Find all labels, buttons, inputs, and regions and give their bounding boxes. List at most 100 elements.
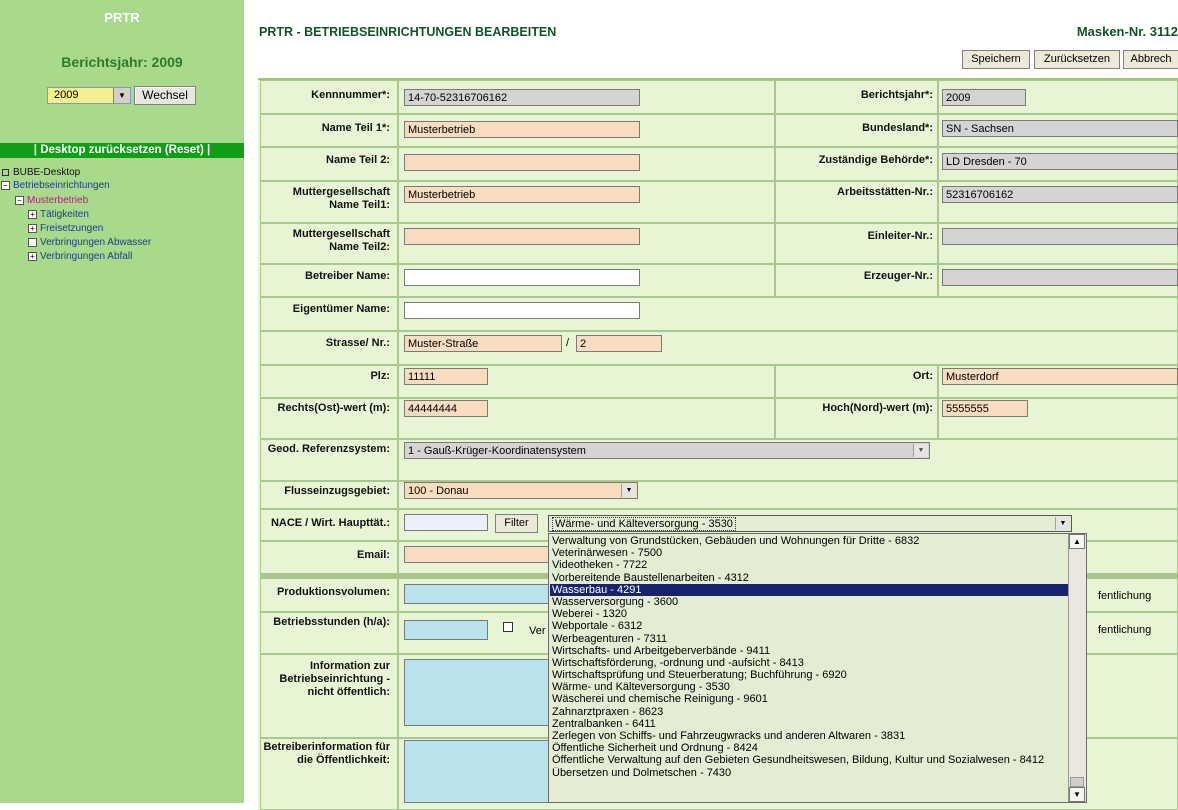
save-button[interactable]: Speichern [962,50,1030,69]
tree-item-waste[interactable]: + Verbringungen Abfall [28,252,132,262]
tree-item-wastewater-label: Verbringungen Abwasser [40,237,152,249]
nace-option[interactable]: Veterinärwesen - 7500 [550,547,1069,559]
expand-icon[interactable]: + [28,224,37,233]
nace-option[interactable]: Wäscherei und chemische Reinigung - 9601 [550,693,1069,705]
name1-input[interactable]: Musterbetrieb [404,121,640,138]
nace-option[interactable]: Wasserbau - 4291 [550,583,1069,596]
nace-option[interactable]: Wasserversorgung - 3600 [550,596,1069,608]
tree-item-root-label: BUBE-Desktop [13,167,81,178]
nace-option[interactable]: Wirtschafts- und Arbeitgeberverbände - 9… [550,645,1069,657]
betriebsstunden-label: Betriebsstunden (h/a): [273,616,390,628]
cancel-button[interactable]: Abbrech [1123,50,1178,69]
fluss-select-value: 100 - Donau [408,485,469,497]
veroeffentlichung-label-1: fentlichung [1098,590,1152,602]
nace-option[interactable]: Wirtschaftsförderung, -ordnung und -aufs… [550,657,1069,669]
fluss-select[interactable]: 100 - Donau ▼ [404,482,638,499]
nace-option[interactable]: Weberei - 1320 [550,608,1069,620]
produktion-label: Produktionsvolumen: [276,586,390,598]
nace-option[interactable]: Zahnarztpraxen - 8623 [550,706,1069,718]
tree-item-releases[interactable]: + Freisetzungen [28,224,103,234]
name2-input[interactable] [404,154,640,171]
tree-item-activities[interactable]: + Tätigkeiten [28,210,89,220]
switch-year-button[interactable]: Wechsel [134,86,196,105]
hoch-label: Hoch(Nord)-wert (m): [822,402,933,414]
veroeffentlichung-label-2: fentlichung [1098,624,1152,636]
filter-button[interactable]: Filter [495,514,538,533]
nace-option[interactable]: Wärme- und Kälteversorgung - 3530 [550,681,1069,693]
nace-option[interactable]: Wirtschaftsprüfung und Steuerberatung; B… [550,669,1069,681]
nace-option[interactable]: Verwaltung von Grundstücken, Gebäuden un… [550,535,1069,547]
mutter2-input[interactable] [404,228,640,245]
page-title: PRTR - BETRIEBSEINRICHTUNGEN BEARBEITEN [259,25,557,39]
email-input[interactable] [404,546,550,563]
eigentuemer-input[interactable] [404,302,640,319]
mutter1-input[interactable]: Musterbetrieb [404,186,640,203]
plz-input[interactable]: 11111 [404,368,488,385]
tree-item-facilities[interactable]: − Betriebseinrichtungen [1,181,110,191]
bundesland-label: Bundesland*: [862,122,933,134]
nace-option[interactable]: Zentralbanken - 6411 [550,718,1069,730]
nace-option[interactable]: Öffentliche Verwaltung auf den Gebieten … [550,754,1069,766]
scroll-down-icon[interactable]: ▼ [1069,787,1085,802]
dropdown-scrollbar[interactable]: ▲ ▼ [1068,534,1086,802]
produktion-input[interactable] [404,584,550,604]
collapse-icon[interactable]: − [1,181,10,190]
behoerde-select[interactable]: LD Dresden - 70 [942,153,1178,170]
arbeitsstaetten-input[interactable]: 52316706162 [942,186,1178,203]
nace-dropdown-list[interactable]: Verwaltung von Grundstücken, Gebäuden un… [548,533,1087,803]
name2-label: Name Teil 2: [326,154,390,166]
nace-option[interactable]: Vorbereitende Baustellenarbeiten - 4312 [550,572,1069,584]
nace-option[interactable]: Übersetzen und Dolmetschen - 7430 [550,767,1069,779]
hausnr-input[interactable]: 2 [576,335,662,352]
information-textarea[interactable] [404,659,550,726]
tree-item-facility[interactable]: − Musterbetrieb [15,196,88,206]
reset-button[interactable]: Zurücksetzen [1034,50,1120,69]
geod-select-value: 1 - Gauß-Krüger-Koordinatensystem [408,445,586,457]
hoch-input[interactable]: 5555555 [942,400,1028,417]
arbeitsstaetten-label: Arbeitsstätten-Nr.: [837,186,933,198]
scroll-thumb[interactable] [1070,777,1084,787]
kennnummer-input[interactable]: 14-70-52316706162 [404,89,640,106]
ort-label: Ort: [912,370,933,382]
name1-label: Name Teil 1*: [321,122,390,134]
nace-option[interactable]: Werbeagenturen - 7311 [550,633,1069,645]
erzeuger-input[interactable] [942,269,1178,286]
street-separator: / [566,337,570,349]
bundesland-select[interactable]: SN - Sachsen [942,120,1178,137]
strasse-input[interactable]: Muster-Straße [404,335,562,352]
tree-item-wastewater[interactable]: Verbringungen Abwasser [28,238,151,248]
plz-label: Plz: [370,370,390,382]
rechts-input[interactable]: 44444444 [404,400,488,417]
einleiter-input[interactable] [942,228,1178,245]
geod-select[interactable]: 1 - Gauß-Krüger-Koordinatensystem ▼ [404,442,930,459]
berichtsjahr-label: Berichtsjahr*: [860,89,933,101]
sidebar: PRTR Berichtsjahr: 2009 2009 ▼ Wechsel |… [0,0,244,803]
leaf-box-icon [28,238,37,247]
eigentuemer-label: Eigentümer Name: [292,303,390,315]
tree-item-root[interactable]: BUBE-Desktop [2,168,80,178]
nace-option[interactable]: Webportale - 6312 [550,620,1069,632]
nace-filter-input[interactable] [404,514,488,531]
nace-option[interactable]: Zerlegen von Schiffs- und Fahrzeugwracks… [550,730,1069,742]
fluss-label: Flusseinzugsgebiet: [284,485,390,497]
betriebsstunden-input[interactable] [404,620,488,640]
email-label: Email: [356,549,390,561]
report-year-select[interactable]: 2009 ▼ [47,87,131,104]
nace-select[interactable]: Wärme- und Kälteversorgung - 3530 ▼ [548,515,1072,532]
nace-option[interactable]: Öffentliche Sicherheit und Ordnung - 842… [550,742,1069,754]
scroll-up-icon[interactable]: ▲ [1069,534,1085,549]
betreiberinfo-textarea[interactable] [404,740,550,803]
nace-option[interactable]: Videotheken - 7722 [550,559,1069,571]
chevron-down-icon: ▼ [1055,517,1070,530]
report-year-heading: Berichtsjahr: 2009 [61,54,183,70]
berichtsjahr-input[interactable]: 2009 [942,89,1026,106]
betreiber-input[interactable] [404,269,640,286]
collapse-icon[interactable]: − [15,196,24,205]
erzeuger-label: Erzeuger-Nr.: [863,270,933,282]
mutter1-label: Muttergesellschaft Name Teil1: [292,186,390,211]
desktop-reset-link[interactable]: | Desktop zurücksetzen (Reset) | [0,143,244,158]
verweigerung-checkbox[interactable] [503,622,513,632]
ort-input[interactable]: Musterdorf [942,368,1178,385]
expand-icon[interactable]: + [28,210,37,219]
expand-icon[interactable]: + [28,252,37,261]
